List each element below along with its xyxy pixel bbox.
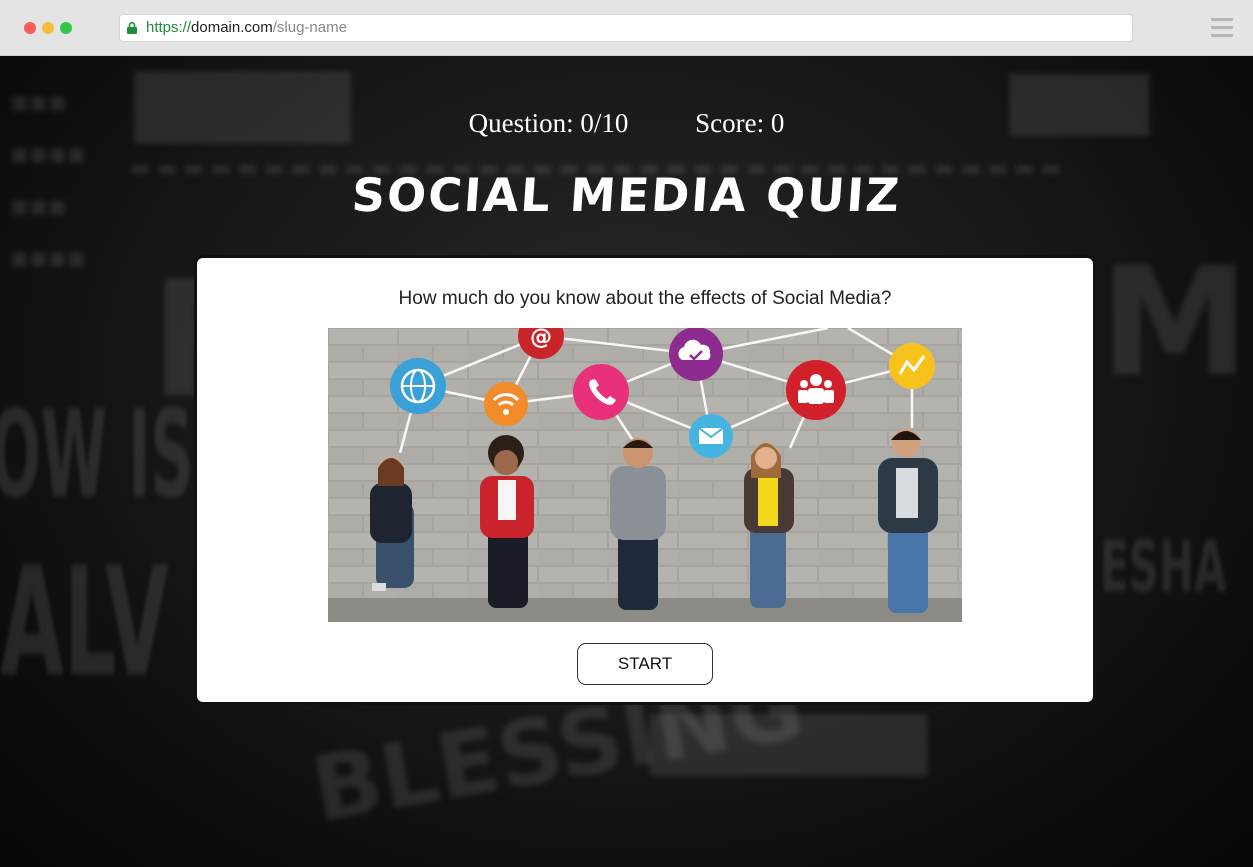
phone-icon [573,364,629,420]
address-bar[interactable]: https://domain.com/slug-name [119,14,1133,42]
mail-icon [689,414,733,458]
hamburger-menu-icon[interactable] [1211,18,1233,38]
quiz-stats: Question: 0/10 Score: 0 [0,108,1253,139]
start-button[interactable]: START [577,643,713,685]
browser-toolbar: https://domain.com/slug-name [0,0,1253,56]
quiz-page: ▇▇▇▇ ▪▪▪ ▪▪▪▪ ▪▪▪ ▪▪▪▪ ▬▬▬▬▬▬▬▬▬▬▬▬▬▬▬▬▬▬▬▬… [0,56,1253,867]
minimize-window-button[interactable] [42,22,54,34]
question-text: How much do you know about the effects o… [398,288,892,309]
url-path: /slug-name [272,19,347,36]
wifi-icon [484,382,528,426]
quiz-card: How much do you know about the effects o… [194,255,1096,705]
url-text: https://domain.com/slug-name [146,15,347,41]
quiz-illustration: @ [328,328,962,622]
chart-icon [889,343,935,389]
url-domain: domain.com [191,19,273,36]
maximize-window-button[interactable] [60,22,72,34]
svg-text:@: @ [530,328,552,350]
lock-icon [127,22,137,34]
score-counter: Score: 0 [695,108,785,138]
page-title: SOCIAL MEDIA QUIZ [350,168,903,222]
globe-icon [390,358,446,414]
cloud-icon [669,328,723,381]
people-icon [786,360,846,420]
question-counter: Question: 0/10 [468,108,629,138]
url-scheme: https:// [146,19,192,36]
close-window-button[interactable] [24,22,36,34]
